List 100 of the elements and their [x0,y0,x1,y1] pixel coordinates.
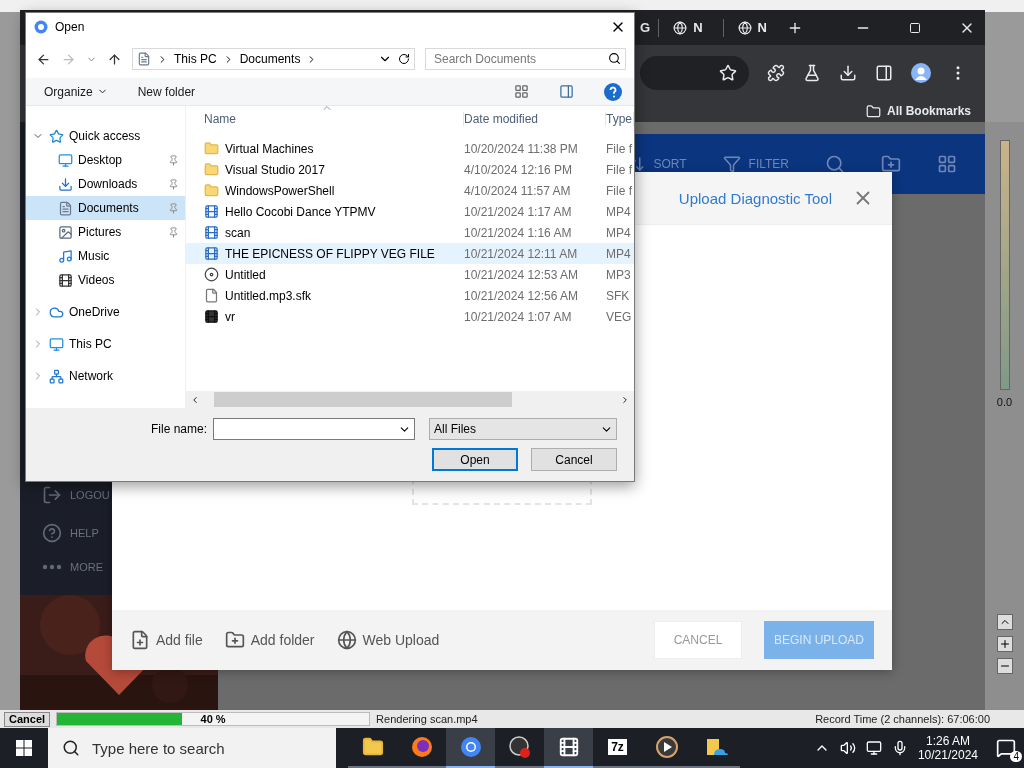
play-icon [655,736,678,758]
taskbar-app[interactable] [544,728,593,768]
document-icon [58,200,73,216]
browser-tab[interactable]: N [658,18,717,37]
network-icon[interactable] [865,740,882,756]
file-type-select[interactable]: All Files [429,418,617,440]
zoom-button[interactable] [996,658,1013,674]
column-header[interactable]: Type [606,112,634,126]
file-row[interactable]: scan 10/21/2024 1:16 AM MP4 [186,222,634,243]
nav-item[interactable]: OneDrive [26,300,185,324]
open-button[interactable]: Open [432,448,518,471]
nav-item[interactable]: Videos [26,268,185,292]
view-icon[interactable] [514,84,529,99]
maximize-icon[interactable] [909,21,921,34]
browser-tab[interactable]: N [722,18,781,37]
toolbar-button[interactable]: New folder [137,84,196,99]
file-type: MP3 [606,267,632,282]
search-field[interactable]: Search Documents [425,48,626,70]
address-bar[interactable] [640,55,749,90]
file-row[interactable]: THE EPICNESS OF FLIPPY VEG FILE 10/21/2024 12:11 AM MP4 [186,243,634,264]
taskbar-app[interactable]: 7z [593,728,642,768]
toolbar-button[interactable]: Organize [44,84,108,99]
file-row[interactable]: Virtual Machines 10/20/2024 11:38 PM File f [186,138,634,159]
firefox-icon [410,736,433,758]
file-name-field[interactable] [213,418,415,440]
file-row[interactable]: WindowsPowerShell 4/10/2024 11:57 AM File f [186,180,634,201]
folder-icon [865,103,881,119]
nav-item[interactable]: Documents [26,196,185,220]
file-type: File f [606,183,633,198]
clock[interactable]: 1:26 AM 10/21/2024 [917,734,978,762]
file-name: Visual Studio 2017 [225,162,325,177]
nav-item[interactable]: Desktop [26,148,185,172]
pin-icon [168,178,179,190]
breadcrumb[interactable]: Documents [239,52,301,66]
search-icon [62,739,80,757]
browser-icon [459,736,482,758]
upload-action[interactable]: Add file [156,632,203,648]
column-header[interactable]: Name [204,112,464,126]
cancel-button[interactable]: Cancel [4,711,51,727]
avatar-icon[interactable] [911,62,931,83]
cloud-icon [49,304,64,320]
file-type: SFK [606,288,631,303]
file-name: WindowsPowerShell [225,183,335,198]
film-icon [58,272,73,288]
refresh-icon[interactable] [398,53,410,65]
scroll-left-icon[interactable] [190,394,200,405]
back-icon[interactable] [36,51,51,67]
file-row[interactable]: Untitled 10/21/2024 12:53 AM MP3 [186,264,634,285]
star-icon [49,128,64,144]
star-icon[interactable] [719,63,737,82]
cancel-button[interactable]: Cancel [531,448,617,471]
file-row[interactable]: vr 10/21/2024 1:07 AM VEG [186,306,634,327]
puzzle-icon[interactable] [767,63,785,82]
folder-plus-icon[interactable] [881,154,901,174]
search-icon[interactable] [825,154,845,174]
folder-plus-icon [224,630,245,650]
nav-item[interactable]: Quick access [26,124,185,148]
volume-icon[interactable] [839,740,856,756]
flask-icon[interactable] [803,63,821,82]
globe-icon [737,20,752,35]
file-date: 4/10/2024 12:16 PM [464,162,574,177]
file-row[interactable]: Untitled.mp3.sfk 10/21/2024 12:56 AM SFK [186,285,634,306]
help-icon[interactable] [604,82,622,101]
upload-action[interactable]: Add folder [250,632,315,648]
file-row[interactable]: Visual Studio 2017 4/10/2024 12:16 PM File f [186,159,634,180]
upload-action[interactable]: Web Upload [362,632,440,648]
notification-count: 4 [1010,751,1022,762]
scroll-button[interactable] [996,614,1013,630]
download-icon[interactable] [839,63,857,82]
nav-item[interactable]: Downloads [26,172,185,196]
scroll-thumb[interactable] [214,392,512,407]
record-time: Record Time (2 channels): 67:06:00 [815,713,990,725]
horizontal-scrollbar[interactable] [186,391,634,408]
nav-item[interactable]: Music [26,244,185,268]
video-file-icon [204,225,219,240]
dialog-title: Upload Diagnostic Tool [678,189,832,207]
breadcrumb[interactable]: This PC [174,52,217,66]
panel-icon[interactable] [875,63,893,82]
taskbar-app[interactable] [446,728,495,768]
nav-item[interactable]: Network [26,364,185,388]
file-name: Hello Cocobi Dance YTPMV [225,204,376,219]
address-field[interactable]: This PC Documents [132,48,415,70]
record-icon [507,735,532,759]
file-type: VEG [606,309,633,324]
preview-pane-icon[interactable] [559,84,574,99]
file-date: 10/21/2024 1:16 AM [464,225,573,240]
filter-icon[interactable] [722,155,741,173]
nav-item[interactable]: Pictures [26,220,185,244]
film-icon [557,736,580,758]
file-row[interactable]: Hello Cocobi Dance YTPMV 10/21/2024 1:17 AM MP4 [186,201,634,222]
grid-icon[interactable] [937,154,957,174]
nav-item[interactable]: This PC [26,332,185,356]
taskbar-search[interactable]: Type here to search [48,728,336,768]
up-icon[interactable] [107,51,122,67]
globe-icon [336,630,357,650]
scroll-right-icon[interactable] [620,394,630,405]
globe-icon [673,20,688,35]
bookmark-link[interactable]: All Bookmarks [886,104,971,118]
column-header[interactable]: Date modified [464,112,606,126]
zoom-button[interactable] [996,636,1013,652]
